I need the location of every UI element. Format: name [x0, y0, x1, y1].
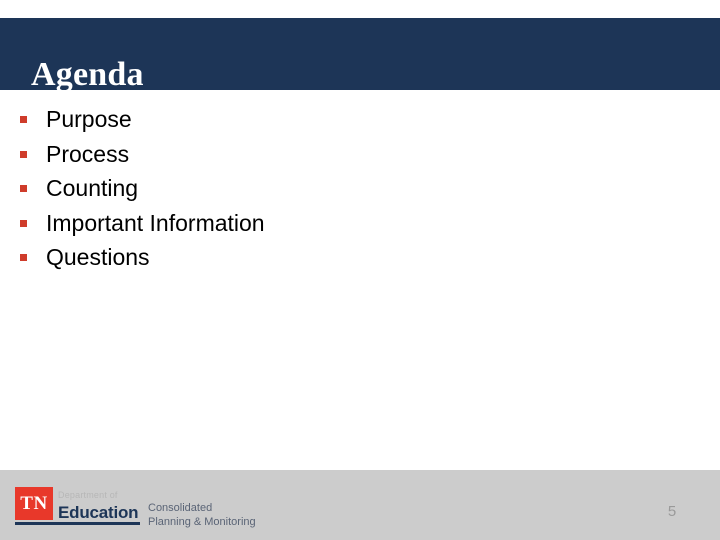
logo-underline-rule	[15, 522, 140, 525]
square-bullet-icon	[20, 116, 27, 123]
list-item: Important Information	[0, 208, 720, 243]
logo-education-text: Education	[58, 503, 139, 522]
square-bullet-icon	[20, 185, 27, 192]
page-number: 5	[667, 503, 677, 520]
agenda-item-label: Purpose	[46, 106, 132, 132]
agenda-item-label: Counting	[46, 175, 139, 201]
square-bullet-icon	[20, 254, 27, 261]
list-item: Purpose	[0, 104, 720, 139]
agenda-bullet-list: Purpose Process Counting Important Infor…	[0, 104, 720, 277]
agenda-item-label: Important Information	[46, 209, 265, 236]
page-title: Agenda	[31, 56, 144, 93]
tn-department-of-education-logo: TN Department of Education	[15, 487, 140, 529]
list-item: Process	[0, 139, 720, 174]
tn-logo-mark-icon: TN	[15, 487, 53, 520]
agenda-item-label: Process	[46, 140, 130, 167]
list-item: Counting	[0, 173, 720, 208]
agenda-item-label: Questions	[46, 244, 150, 270]
logo-department-of-text: Department of	[58, 490, 118, 500]
slide-canvas: Agenda Purpose Process Counting Importan…	[0, 0, 720, 540]
division-name-line-2: Planning & Monitoring	[148, 516, 256, 528]
list-item: Questions	[0, 242, 720, 277]
division-name-line-1: Consolidated	[148, 502, 213, 514]
square-bullet-icon	[20, 150, 27, 158]
square-bullet-icon	[20, 219, 27, 227]
slide-title-band: Agenda	[0, 18, 720, 93]
tn-logo-initials: TN	[20, 493, 48, 514]
division-name: Consolidated Planning & Monitoring	[148, 501, 256, 529]
